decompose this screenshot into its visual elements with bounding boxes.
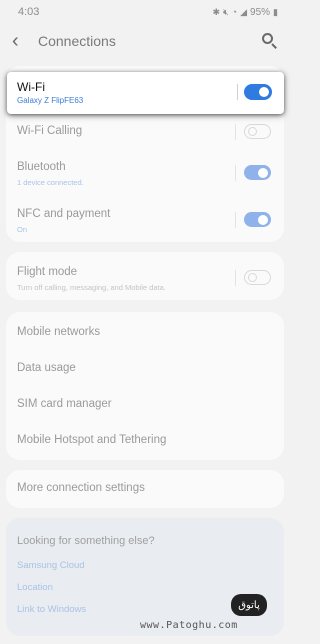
- wifi-calling-row[interactable]: Wi-Fi Calling: [6, 122, 284, 152]
- bluetooth-status-icon: ✱: [212, 6, 220, 17]
- divider: [235, 124, 236, 140]
- wifi-calling-label: Wi-Fi Calling: [17, 125, 83, 137]
- divider: [235, 270, 236, 286]
- watermark-logo: پاتوق: [231, 594, 267, 616]
- divider: [235, 212, 236, 228]
- battery-icon: ▮: [273, 6, 278, 17]
- suggestions-title: Looking for something else?: [17, 535, 155, 547]
- search-icon[interactable]: [262, 33, 278, 49]
- bluetooth-row[interactable]: Bluetooth 1 device connected.: [6, 160, 284, 190]
- more-settings-card: More connection settings: [6, 470, 284, 508]
- bluetooth-status: 1 device connected.: [17, 178, 84, 187]
- app-header: ‹ Connections: [0, 24, 290, 58]
- wifi-label: Wi-Fi: [17, 80, 45, 94]
- bluetooth-toggle[interactable]: [244, 165, 271, 180]
- flight-mode-description: Turn off calling, messaging, and Mobile …: [17, 283, 166, 292]
- flight-mode-card: Flight mode Turn off calling, messaging,…: [6, 252, 284, 300]
- nfc-label: NFC and payment: [17, 208, 111, 220]
- wifi-signal-icon: ◔: [231, 7, 238, 17]
- flight-mode-label: Flight mode: [17, 266, 78, 278]
- status-icons: ✱ 🔇︎ ◔ ◢ 95% ▮: [212, 7, 278, 18]
- wifi-row[interactable]: Wi-Fi Galaxy Z FlipFE63: [7, 72, 284, 114]
- nfc-toggle[interactable]: [244, 212, 271, 227]
- flight-mode-row[interactable]: Flight mode Turn off calling, messaging,…: [6, 261, 284, 292]
- wifi-toggle[interactable]: [244, 84, 272, 100]
- cell-signal-icon: ◢: [240, 6, 248, 17]
- status-bar: 4:03 ✱ 🔇︎ ◔ ◢ 95% ▮: [0, 0, 290, 24]
- divider: [235, 165, 236, 181]
- back-arrow-icon[interactable]: ‹: [12, 30, 34, 53]
- more-connection-settings-item[interactable]: More connection settings: [17, 482, 145, 494]
- network-settings-card: Mobile networks Data usage SIM card mana…: [6, 312, 284, 460]
- bluetooth-label: Bluetooth: [17, 161, 66, 173]
- link-to-windows-link[interactable]: Link to Windows: [17, 604, 86, 615]
- suggestions-card: Looking for something else? Samsung Clou…: [6, 518, 284, 636]
- mobile-networks-item[interactable]: Mobile networks: [17, 326, 100, 338]
- nfc-row[interactable]: NFC and payment On: [6, 207, 284, 237]
- watermark-text: www.Patoghu.com: [140, 620, 238, 631]
- sim-card-manager-item[interactable]: SIM card manager: [17, 398, 112, 410]
- page-title: Connections: [38, 33, 116, 49]
- data-usage-item[interactable]: Data usage: [17, 362, 76, 374]
- mute-icon: 🔇︎: [223, 6, 229, 17]
- flight-mode-toggle[interactable]: [244, 270, 271, 285]
- nfc-status: On: [17, 225, 28, 234]
- mobile-hotspot-item[interactable]: Mobile Hotspot and Tethering: [17, 434, 166, 446]
- location-link[interactable]: Location: [17, 582, 53, 593]
- divider: [237, 84, 238, 100]
- samsung-cloud-link[interactable]: Samsung Cloud: [17, 560, 85, 571]
- wifi-network-name: Galaxy Z FlipFE63: [17, 96, 84, 105]
- battery-percent: 95%: [250, 6, 271, 18]
- status-time: 4:03: [18, 6, 40, 18]
- wifi-calling-toggle[interactable]: [244, 124, 271, 139]
